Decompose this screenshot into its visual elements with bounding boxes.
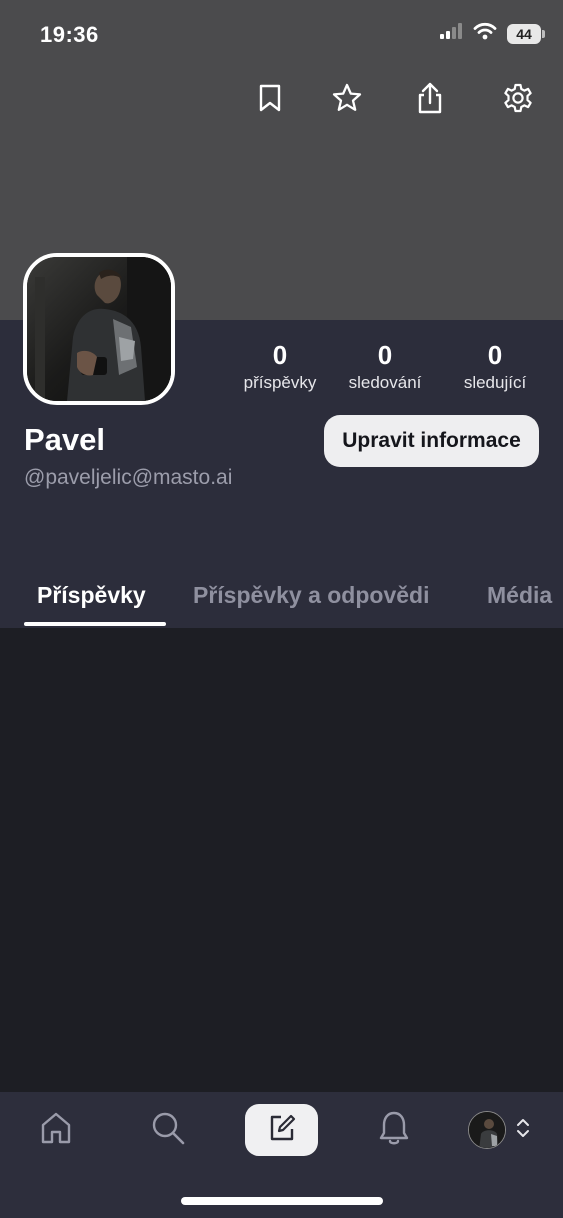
tab-profile-switcher[interactable] (462, 1104, 536, 1156)
share-icon (415, 81, 445, 120)
search-icon (150, 1110, 186, 1151)
status-bar: 19:36 44 (0, 0, 563, 70)
gear-icon (502, 82, 534, 119)
chevron-up-down-icon (516, 1117, 530, 1144)
profile-avatar[interactable] (23, 253, 175, 405)
profile-avatar-small (468, 1111, 506, 1149)
stat-following[interactable]: 0 sledování (336, 338, 434, 394)
stat-followers-value: 0 (487, 340, 503, 370)
tab-posts-and-replies[interactable]: Příspěvky a odpovědi (193, 582, 429, 609)
status-indicators: 44 (439, 22, 545, 45)
stat-following-label: sledování (348, 373, 422, 392)
avatar-photo (27, 257, 171, 401)
edit-profile-button[interactable]: Upravit informace (324, 415, 539, 467)
profile-stats: 0 příspěvky 0 sledování 0 sledující (230, 338, 550, 398)
star-icon (331, 82, 363, 119)
active-tab-indicator (24, 622, 166, 626)
tab-notifications[interactable] (370, 1104, 418, 1156)
home-icon (39, 1110, 73, 1151)
home-indicator (181, 1197, 383, 1205)
compose-button[interactable] (245, 1104, 318, 1156)
stat-posts-label: příspěvky (243, 373, 317, 392)
status-time: 19:36 (40, 22, 99, 47)
stat-following-value: 0 (377, 340, 393, 370)
tab-posts[interactable]: Příspěvky (37, 582, 146, 609)
tab-home[interactable] (32, 1104, 80, 1156)
profile-handle: @paveljelic@masto.ai (24, 466, 233, 489)
cellular-signal-icon (439, 23, 463, 44)
compose-icon (267, 1113, 297, 1148)
settings-button[interactable] (496, 78, 540, 122)
stat-followers-label: sledující (463, 373, 527, 392)
tab-search[interactable] (144, 1104, 192, 1156)
profile-tabs: Příspěvky Příspěvky a odpovědi Média (0, 568, 563, 628)
tab-media[interactable]: Média (487, 582, 552, 609)
posts-list-empty (0, 628, 563, 1092)
stat-posts[interactable]: 0 příspěvky (232, 338, 328, 394)
profile-display-name: Pavel (24, 422, 106, 457)
share-button[interactable] (408, 78, 452, 122)
stat-posts-value: 0 (272, 340, 288, 370)
bookmark-icon (257, 83, 283, 118)
profile-top-actions (0, 78, 563, 122)
stat-followers[interactable]: 0 sledující (452, 338, 538, 394)
battery-indicator: 44 (507, 23, 545, 44)
favorites-button[interactable] (325, 78, 369, 122)
wifi-icon (473, 22, 497, 45)
bell-icon (377, 1109, 411, 1152)
bookmark-button[interactable] (248, 78, 292, 122)
